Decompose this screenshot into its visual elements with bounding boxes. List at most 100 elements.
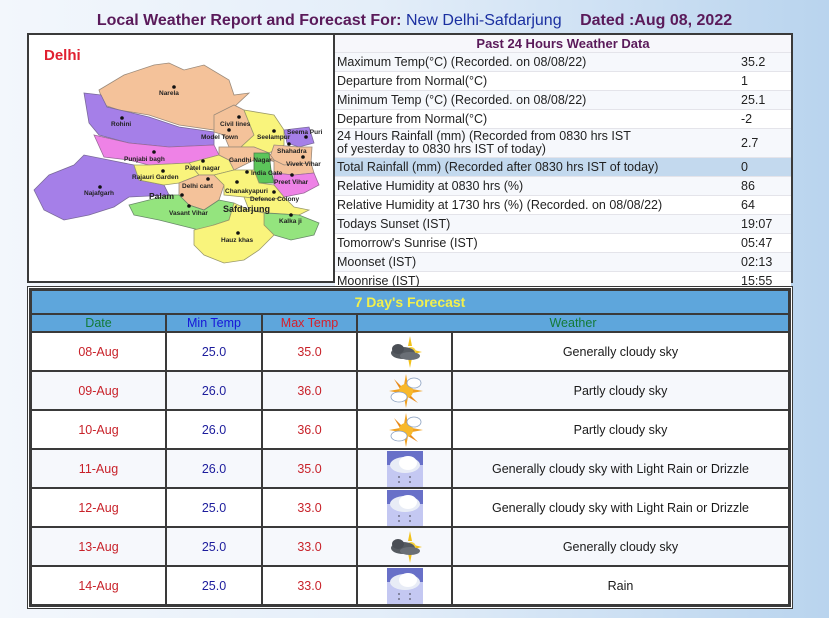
forecast-weather: Generally cloudy sky with Light Rain or … xyxy=(451,448,790,489)
forecast-row: 14-Aug 25.0 33.0 Rain xyxy=(30,565,790,606)
past-row-sunset: Todays Sunset (IST) 19:07 xyxy=(335,214,791,233)
report-date: Dated :Aug 08, 2022 xyxy=(580,12,733,29)
forecast-max-temp: 36.0 xyxy=(261,370,358,411)
map-label: Seema Puri xyxy=(287,129,323,136)
row-label: Todays Sunset (IST) xyxy=(337,217,451,231)
past-row-24h-rainfall: 24 Hours Rainfall (mm) (Recorded from 08… xyxy=(335,128,791,157)
map-label: Model Town xyxy=(201,134,238,141)
row-label: Relative Humidity at 1730 hrs (%) (Recor… xyxy=(337,198,663,212)
forecast-date: 14-Aug xyxy=(30,565,167,606)
forecast-min-temp: 25.0 xyxy=(165,526,263,567)
cloudy-sun-icon xyxy=(386,334,424,370)
map-label: India Gate xyxy=(251,170,283,177)
row-label: Relative Humidity at 0830 hrs (%) xyxy=(337,179,524,193)
past-row-min-temp: Minimum Temp (°C) (Recorded. on 08/08/22… xyxy=(335,90,791,109)
forecast-weather: Partly cloudy sky xyxy=(451,370,790,411)
map-label: Najafgarh xyxy=(84,190,114,197)
forecast-max-temp: 33.0 xyxy=(261,526,358,567)
past-row-moonset: Moonset (IST) 02:13 xyxy=(335,252,791,271)
delhi-district-map: Delhi Narela Rohini Civil lines Model To… xyxy=(33,47,323,264)
header-max-temp: Max Temp xyxy=(261,313,358,333)
map-label: Rohini xyxy=(111,121,131,128)
past-24h-rows: Maximum Temp(°C) (Recorded. on 08/08/22)… xyxy=(335,52,791,290)
forecast-date: 09-Aug xyxy=(30,370,167,411)
forecast-min-temp: 26.0 xyxy=(165,370,263,411)
forecast-panel: 7 Day's Forecast Date Min Temp Max Temp … xyxy=(27,286,793,609)
row-label: Minimum Temp (°C) (Recorded. on 08/08/22… xyxy=(337,93,587,107)
past-row-max-temp: Maximum Temp(°C) (Recorded. on 08/08/22)… xyxy=(335,52,791,71)
map-label: Vivek Vihar xyxy=(286,161,321,168)
row-value: 02:13 xyxy=(741,255,773,269)
station-name: New Delhi-Safdarjung xyxy=(405,12,562,29)
forecast-row: 11-Aug 26.0 35.0 Generally cloudy sky with … xyxy=(30,448,790,489)
row-value: 05:47 xyxy=(741,236,773,250)
forecast-icon-cell xyxy=(356,487,453,528)
light-rain-icon xyxy=(386,490,424,526)
forecast-row: 09-Aug 26.0 36.0 Partly cloudy sky xyxy=(30,370,790,411)
forecast-icon-cell xyxy=(356,331,453,372)
forecast-weather: Generally cloudy sky xyxy=(451,331,790,372)
forecast-max-temp: 33.0 xyxy=(261,487,358,528)
row-label: Total Rainfall (mm) (Recorded after 0830… xyxy=(337,160,659,174)
map-label: Seelampur xyxy=(257,134,291,141)
forecast-row: 10-Aug 26.0 36.0 Partly cloudy sky xyxy=(30,409,790,450)
forecast-date: 13-Aug xyxy=(30,526,167,567)
map-label: Kalka ji xyxy=(279,218,302,225)
map-label: Safdarjung xyxy=(223,204,270,214)
header-min-temp: Min Temp xyxy=(165,313,263,333)
row-value: 1 xyxy=(741,74,748,88)
forecast-weather: Generally cloudy sky xyxy=(451,526,790,567)
forecast-table: 7 Day's Forecast Date Min Temp Max Temp … xyxy=(30,289,790,606)
forecast-min-temp: 25.0 xyxy=(165,565,263,606)
delhi-map: Delhi Narela Rohini Civil lines Model To… xyxy=(29,35,335,281)
map-label: Delhi cant xyxy=(182,183,214,190)
row-value: 86 xyxy=(741,179,755,193)
past-row-total-rainfall: Total Rainfall (mm) (Recorded after 0830… xyxy=(335,157,791,176)
map-label: Shahadra xyxy=(277,148,307,155)
row-label: Maximum Temp(°C) (Recorded. on 08/08/22) xyxy=(337,55,587,69)
forecast-icon-cell xyxy=(356,409,453,450)
partly-cloudy-icon xyxy=(386,412,424,448)
partly-cloudy-icon xyxy=(386,373,424,409)
forecast-date: 10-Aug xyxy=(30,409,167,450)
row-label-line2: of yesterday to 0830 hrs IST of today) xyxy=(337,142,546,156)
row-label: Departure from Normal(°C) xyxy=(337,112,488,126)
row-value: -2 xyxy=(741,112,753,126)
report-top-section: Delhi Narela Rohini Civil lines Model To… xyxy=(27,33,793,290)
row-value: 19:07 xyxy=(741,217,773,231)
map-label: Punjabi bagh xyxy=(124,156,165,163)
map-label: Chanakyapuri xyxy=(225,188,268,195)
forecast-min-temp: 26.0 xyxy=(165,409,263,450)
light-rain-icon xyxy=(386,568,424,604)
map-label: Narela xyxy=(159,90,179,97)
forecast-min-temp: 25.0 xyxy=(165,487,263,528)
forecast-row: 08-Aug 25.0 35.0 Generally cloudy sky xyxy=(30,331,790,372)
map-label: Patel nagar xyxy=(185,165,221,172)
map-title: Delhi xyxy=(44,47,81,64)
row-value: 25.1 xyxy=(741,93,766,107)
forecast-max-temp: 35.0 xyxy=(261,448,358,489)
past-row-rh-0830: Relative Humidity at 0830 hrs (%) 86 xyxy=(335,176,791,195)
row-label: 24 Hours Rainfall (mm) (Recorded from 08… xyxy=(337,129,631,143)
row-value: 0 xyxy=(741,160,748,174)
past-row-max-departure: Departure from Normal(°C) 1 xyxy=(335,71,791,90)
forecast-weather: Partly cloudy sky xyxy=(451,409,790,450)
forecast-icon-cell xyxy=(356,448,453,489)
past-24h-title: Past 24 Hours Weather Data xyxy=(335,35,791,52)
map-label: Hauz khas xyxy=(221,237,254,244)
row-label: Departure from Normal(°C) xyxy=(337,74,488,88)
forecast-min-temp: 25.0 xyxy=(165,331,263,372)
title-prefix: Local Weather Report and Forecast For: xyxy=(96,12,402,29)
map-label: Vasant Vihar xyxy=(169,210,208,217)
forecast-date: 11-Aug xyxy=(30,448,167,489)
forecast-min-temp: 26.0 xyxy=(165,448,263,489)
forecast-date: 08-Aug xyxy=(30,331,167,372)
row-value: 64 xyxy=(741,198,755,212)
page-title: Local Weather Report and Forecast For: N… xyxy=(0,12,829,30)
forecast-icon-cell xyxy=(356,370,453,411)
row-value: 35.2 xyxy=(741,55,766,69)
past-24h-panel: Past 24 Hours Weather Data Maximum Temp(… xyxy=(335,35,791,290)
header-weather: Weather xyxy=(356,313,790,333)
forecast-icon-cell xyxy=(356,526,453,567)
row-value: 2.7 xyxy=(741,136,759,150)
